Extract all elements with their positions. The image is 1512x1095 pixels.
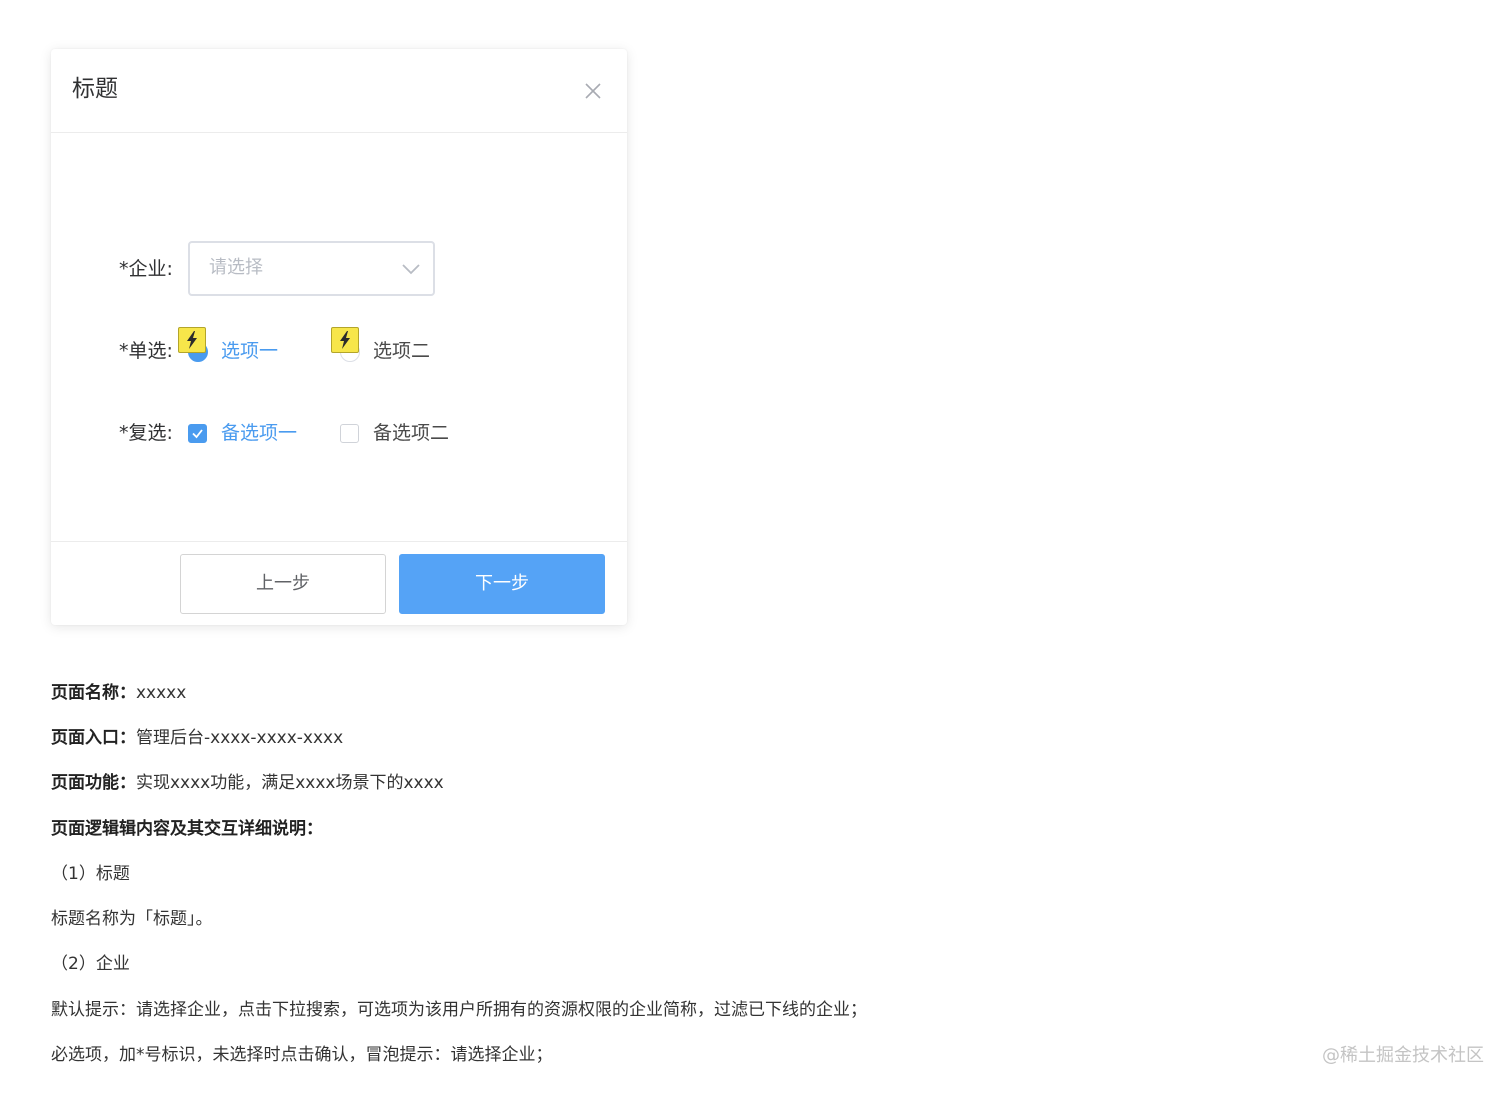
- doc-section1-title: （1）标题: [51, 864, 130, 884]
- flash-badge-2: [331, 327, 359, 353]
- checkbox-option-1[interactable]: [188, 424, 207, 443]
- checkbox-label: *复选:: [119, 422, 173, 444]
- checkmark-icon: [192, 429, 203, 439]
- doc-page-function: 页面功能：实现xxxx功能，满足xxxx场景下的xxxx: [51, 770, 444, 796]
- watermark: @稀土掘金技术社区: [1322, 1045, 1484, 1066]
- next-step-button[interactable]: 下一步: [399, 554, 605, 614]
- lightning-icon: [340, 331, 350, 349]
- enterprise-select[interactable]: 请选择: [188, 241, 435, 296]
- close-button[interactable]: [581, 79, 605, 103]
- enterprise-label: *企业:: [119, 258, 173, 280]
- doc-page-entry: 页面入口：管理后台-xxxx-xxxx-xxxx: [51, 725, 343, 751]
- dialog-title: 标题: [72, 76, 118, 102]
- chevron-down-icon: [402, 264, 420, 275]
- doc-section2-body2: 必选项，加*号标识，未选择时点击确认，冒泡提示：请选择企业；: [51, 1045, 553, 1065]
- dialog-footer: 上一步 下一步: [51, 541, 627, 625]
- doc-page-name-value: xxxxx: [136, 683, 187, 703]
- doc-page-entry-value: 管理后台-xxxx-xxxx-xxxx: [136, 728, 344, 748]
- doc-page-function-key: 页面功能：: [51, 773, 136, 793]
- doc-section1-body: 标题名称为「标题」。: [51, 909, 213, 929]
- lightning-icon: [187, 331, 197, 349]
- doc-page-name-key: 页面名称：: [51, 683, 136, 703]
- doc-page-entry-key: 页面入口：: [51, 728, 136, 748]
- radio-label: *单选:: [119, 340, 173, 362]
- dialog-header: 标题: [51, 49, 627, 133]
- enterprise-select-placeholder: 请选择: [209, 257, 263, 278]
- close-icon: [585, 83, 601, 99]
- radio-option-1-label[interactable]: 选项一: [221, 338, 278, 364]
- flash-badge-1: [178, 327, 206, 353]
- doc-page-function-value: 实现xxxx功能，满足xxxx场景下的xxxx: [136, 773, 444, 793]
- dialog: 标题 *企业: 请选择 *单选: 选项一 选项二 *复选: 备选项一 备选项二 …: [51, 49, 627, 625]
- checkbox-option-2-label[interactable]: 备选项二: [373, 420, 449, 446]
- checkbox-option-1-label[interactable]: 备选项一: [221, 420, 297, 446]
- doc-logic-heading: 页面逻辑辑内容及其交互详细说明：: [51, 819, 323, 839]
- doc-section2-title: （2）企业: [51, 954, 130, 974]
- doc-page-name: 页面名称：xxxxx: [51, 680, 186, 706]
- radio-option-2-label[interactable]: 选项二: [373, 338, 430, 364]
- prev-step-button[interactable]: 上一步: [180, 554, 386, 614]
- checkbox-option-2[interactable]: [340, 424, 359, 443]
- doc-section2-body1: 默认提示：请选择企业，点击下拉搜索，可选项为该用户所拥有的资源权限的企业简称，过…: [51, 1000, 867, 1020]
